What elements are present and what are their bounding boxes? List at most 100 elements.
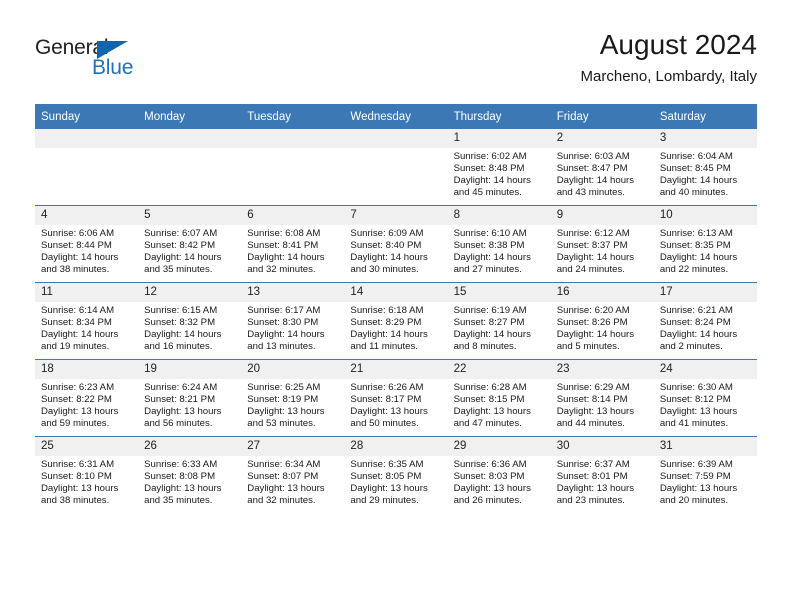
day-cell-inner: 24 Sunrise: 6:30 AM Sunset: 8:12 PM Dayligh… xyxy=(653,360,757,436)
weekday-header-row: Sunday Monday Tuesday Wednesday Thursday… xyxy=(35,104,757,129)
calendar-day-cell[interactable]: 16 Sunrise: 6:20 AM Sunset: 8:26 PM Dayligh… xyxy=(550,282,654,360)
day-number xyxy=(35,129,139,148)
calendar-day-cell[interactable]: 20 Sunrise: 6:25 AM Sunset: 8:19 PM Dayligh… xyxy=(241,359,345,437)
daylight-duration-line1: Daylight: 14 hours xyxy=(247,252,325,264)
day-cell-inner: 28 Sunrise: 6:35 AM Sunset: 8:05 PM Dayligh… xyxy=(344,437,448,513)
sunset-time: Sunset: 8:38 PM xyxy=(453,240,525,252)
calendar-day-cell[interactable]: 31 Sunrise: 6:39 AM Sunset: 7:59 PM Dayligh… xyxy=(653,436,757,513)
sunset-time: Sunset: 8:44 PM xyxy=(41,240,112,252)
sunset-time: Sunset: 7:59 PM xyxy=(659,471,731,483)
calendar-day-cell[interactable]: 1 Sunrise: 6:02 AM Sunset: 8:48 PM Daylight… xyxy=(447,129,551,206)
day-cell-inner: 23 Sunrise: 6:29 AM Sunset: 8:14 PM Dayligh… xyxy=(550,360,654,436)
daylight-duration-line2: and 41 minutes. xyxy=(659,418,729,430)
sunrise-time: Sunrise: 6:37 AM xyxy=(556,459,630,470)
calendar-day-cell[interactable]: 22 Sunrise: 6:28 AM Sunset: 8:15 PM Dayligh… xyxy=(447,359,551,437)
day-details: Sunrise: 6:14 AM Sunset: 8:34 PM Daylight:… xyxy=(35,302,138,353)
calendar-day-cell[interactable]: 23 Sunrise: 6:29 AM Sunset: 8:14 PM Dayligh… xyxy=(550,359,654,437)
daylight-duration-line1: Daylight: 13 hours xyxy=(350,406,428,418)
calendar-day-cell[interactable]: 28 Sunrise: 6:35 AM Sunset: 8:05 PM Dayligh… xyxy=(344,436,448,513)
day-details: Sunrise: 6:30 AM Sunset: 8:12 PM Daylight:… xyxy=(654,379,757,430)
daylight-duration-line1: Daylight: 13 hours xyxy=(659,406,738,418)
calendar-day-cell[interactable]: 10 Sunrise: 6:13 AM Sunset: 8:35 PM Dayligh… xyxy=(653,205,757,283)
calendar-day-cell[interactable]: 11 Sunrise: 6:14 AM Sunset: 8:34 PM Dayligh… xyxy=(35,282,139,360)
calendar-day-cell[interactable]: 8 Sunrise: 6:10 AM Sunset: 8:38 PM Daylight… xyxy=(447,205,551,283)
daylight-duration-line1: Daylight: 13 hours xyxy=(453,483,531,495)
daylight-duration-line2: and 43 minutes. xyxy=(556,187,625,199)
day-cell-inner xyxy=(241,129,345,205)
sunset-time: Sunset: 8:01 PM xyxy=(556,471,628,483)
day-details: Sunrise: 6:15 AM Sunset: 8:32 PM Daylight:… xyxy=(138,302,241,353)
daylight-duration-line1: Daylight: 14 hours xyxy=(453,329,531,341)
daylight-duration-line2: and 45 minutes. xyxy=(453,187,522,199)
daylight-duration-line2: and 24 minutes. xyxy=(556,264,625,276)
sunrise-time: Sunrise: 6:24 AM xyxy=(144,382,218,393)
day-cell-inner: 2 Sunrise: 6:03 AM Sunset: 8:47 PM Daylight… xyxy=(550,129,654,205)
day-cell-inner: 31 Sunrise: 6:39 AM Sunset: 7:59 PM Dayligh… xyxy=(653,437,757,513)
calendar-day-cell[interactable]: 15 Sunrise: 6:19 AM Sunset: 8:27 PM Dayligh… xyxy=(447,282,551,360)
sunrise-time: Sunrise: 6:35 AM xyxy=(350,459,424,470)
calendar-day-cell[interactable]: 18 Sunrise: 6:23 AM Sunset: 8:22 PM Dayligh… xyxy=(35,359,139,437)
day-number: 20 xyxy=(241,360,345,379)
general-blue-logo[interactable]: General Blue xyxy=(35,36,235,88)
calendar-page: General Blue August 2024 Marcheno, Lomba… xyxy=(0,0,792,612)
day-number: 21 xyxy=(344,360,448,379)
calendar-day-cell[interactable]: 4 Sunrise: 6:06 AM Sunset: 8:44 PM Daylight… xyxy=(35,205,139,283)
calendar-day-cell[interactable]: 17 Sunrise: 6:21 AM Sunset: 8:24 PM Dayligh… xyxy=(653,282,757,360)
day-number: 14 xyxy=(344,283,448,302)
sunset-time: Sunset: 8:32 PM xyxy=(144,317,216,329)
daylight-duration-line2: and 44 minutes. xyxy=(556,418,625,430)
day-number: 3 xyxy=(653,129,757,148)
day-details: Sunrise: 6:02 AM Sunset: 8:48 PM Daylight:… xyxy=(448,148,551,199)
calendar-day-cell[interactable]: 25 Sunrise: 6:31 AM Sunset: 8:10 PM Dayligh… xyxy=(35,436,139,513)
day-number: 10 xyxy=(653,206,757,225)
calendar-day-cell[interactable]: 26 Sunrise: 6:33 AM Sunset: 8:08 PM Dayligh… xyxy=(138,436,242,513)
calendar-day-cell[interactable]: 27 Sunrise: 6:34 AM Sunset: 8:07 PM Dayligh… xyxy=(241,436,345,513)
calendar-day-cell[interactable]: 19 Sunrise: 6:24 AM Sunset: 8:21 PM Dayligh… xyxy=(138,359,242,437)
calendar-day-cell[interactable]: 30 Sunrise: 6:37 AM Sunset: 8:01 PM Dayligh… xyxy=(550,436,654,513)
calendar-day-cell[interactable]: 14 Sunrise: 6:18 AM Sunset: 8:29 PM Dayligh… xyxy=(344,282,448,360)
calendar-day-cell[interactable]: 2 Sunrise: 6:03 AM Sunset: 8:47 PM Daylight… xyxy=(550,129,654,206)
calendar-day-cell[interactable]: 29 Sunrise: 6:36 AM Sunset: 8:03 PM Dayligh… xyxy=(447,436,551,513)
sunrise-time: Sunrise: 6:19 AM xyxy=(453,305,527,316)
day-number: 25 xyxy=(35,437,139,456)
daylight-duration-line2: and 19 minutes. xyxy=(41,341,110,353)
day-number: 1 xyxy=(447,129,551,148)
calendar-day-cell[interactable]: 9 Sunrise: 6:12 AM Sunset: 8:37 PM Daylight… xyxy=(550,205,654,283)
day-cell-inner: 10 Sunrise: 6:13 AM Sunset: 8:35 PM Dayligh… xyxy=(653,206,757,282)
calendar-day-cell[interactable]: 13 Sunrise: 6:17 AM Sunset: 8:30 PM Dayligh… xyxy=(241,282,345,360)
daylight-duration-line2: and 30 minutes. xyxy=(350,264,419,276)
day-number: 15 xyxy=(447,283,551,302)
calendar-week-row: 18 Sunrise: 6:23 AM Sunset: 8:22 PM Dayligh… xyxy=(35,359,757,437)
calendar-day-cell[interactable]: 7 Sunrise: 6:09 AM Sunset: 8:40 PM Daylight… xyxy=(344,205,448,283)
page-title: August 2024 xyxy=(599,29,757,60)
daylight-duration-line2: and 2 minutes. xyxy=(659,341,723,353)
daylight-duration-line2: and 23 minutes. xyxy=(556,495,625,507)
calendar-day-cell[interactable]: 12 Sunrise: 6:15 AM Sunset: 8:32 PM Dayligh… xyxy=(138,282,242,360)
day-cell-inner: 1 Sunrise: 6:02 AM Sunset: 8:48 PM Daylight… xyxy=(447,129,551,205)
day-details: Sunrise: 6:23 AM Sunset: 8:22 PM Daylight:… xyxy=(35,379,138,430)
daylight-duration-line2: and 40 minutes. xyxy=(659,187,729,199)
sunrise-time: Sunrise: 6:02 AM xyxy=(453,151,527,162)
day-number: 22 xyxy=(447,360,551,379)
calendar-day-cell[interactable]: 6 Sunrise: 6:08 AM Sunset: 8:41 PM Daylight… xyxy=(241,205,345,283)
day-number xyxy=(138,129,242,148)
day-cell-inner: 7 Sunrise: 6:09 AM Sunset: 8:40 PM Daylight… xyxy=(344,206,448,282)
day-cell-inner xyxy=(138,129,242,205)
day-details: Sunrise: 6:08 AM Sunset: 8:41 PM Daylight:… xyxy=(241,225,344,276)
sunset-time: Sunset: 8:03 PM xyxy=(453,471,525,483)
calendar-day-cell[interactable]: 24 Sunrise: 6:30 AM Sunset: 8:12 PM Dayligh… xyxy=(653,359,757,437)
daylight-duration-line2: and 29 minutes. xyxy=(350,495,419,507)
sunset-time: Sunset: 8:42 PM xyxy=(144,240,216,252)
weekday-header-thursday: Thursday xyxy=(447,104,551,129)
calendar-day-cell[interactable]: 21 Sunrise: 6:26 AM Sunset: 8:17 PM Dayligh… xyxy=(344,359,448,437)
calendar-day-cell[interactable]: 5 Sunrise: 6:07 AM Sunset: 8:42 PM Daylight… xyxy=(138,205,242,283)
page-header: General Blue August 2024 Marcheno, Lomba… xyxy=(0,0,792,100)
daylight-duration-line1: Daylight: 13 hours xyxy=(659,483,738,495)
day-number: 4 xyxy=(35,206,139,225)
day-cell-inner: 22 Sunrise: 6:28 AM Sunset: 8:15 PM Dayligh… xyxy=(447,360,551,436)
sunset-time: Sunset: 8:34 PM xyxy=(41,317,112,329)
daylight-duration-line1: Daylight: 14 hours xyxy=(556,329,635,341)
sunrise-time: Sunrise: 6:29 AM xyxy=(556,382,630,393)
calendar-day-cell[interactable]: 3 Sunrise: 6:04 AM Sunset: 8:45 PM Daylight… xyxy=(653,129,757,206)
day-details: Sunrise: 6:34 AM Sunset: 8:07 PM Daylight:… xyxy=(241,456,344,507)
